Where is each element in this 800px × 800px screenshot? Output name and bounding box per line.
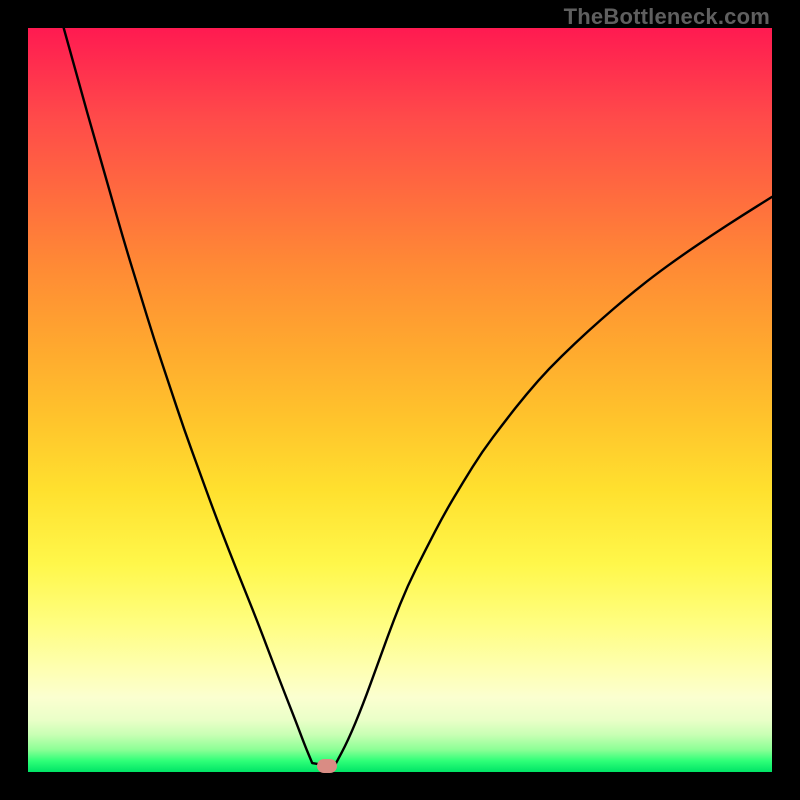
- watermark-text: TheBottleneck.com: [564, 4, 770, 30]
- bottleneck-curve: [28, 28, 772, 772]
- chart-frame: [28, 28, 772, 772]
- minimum-marker: [317, 759, 337, 773]
- curve-path: [64, 28, 772, 765]
